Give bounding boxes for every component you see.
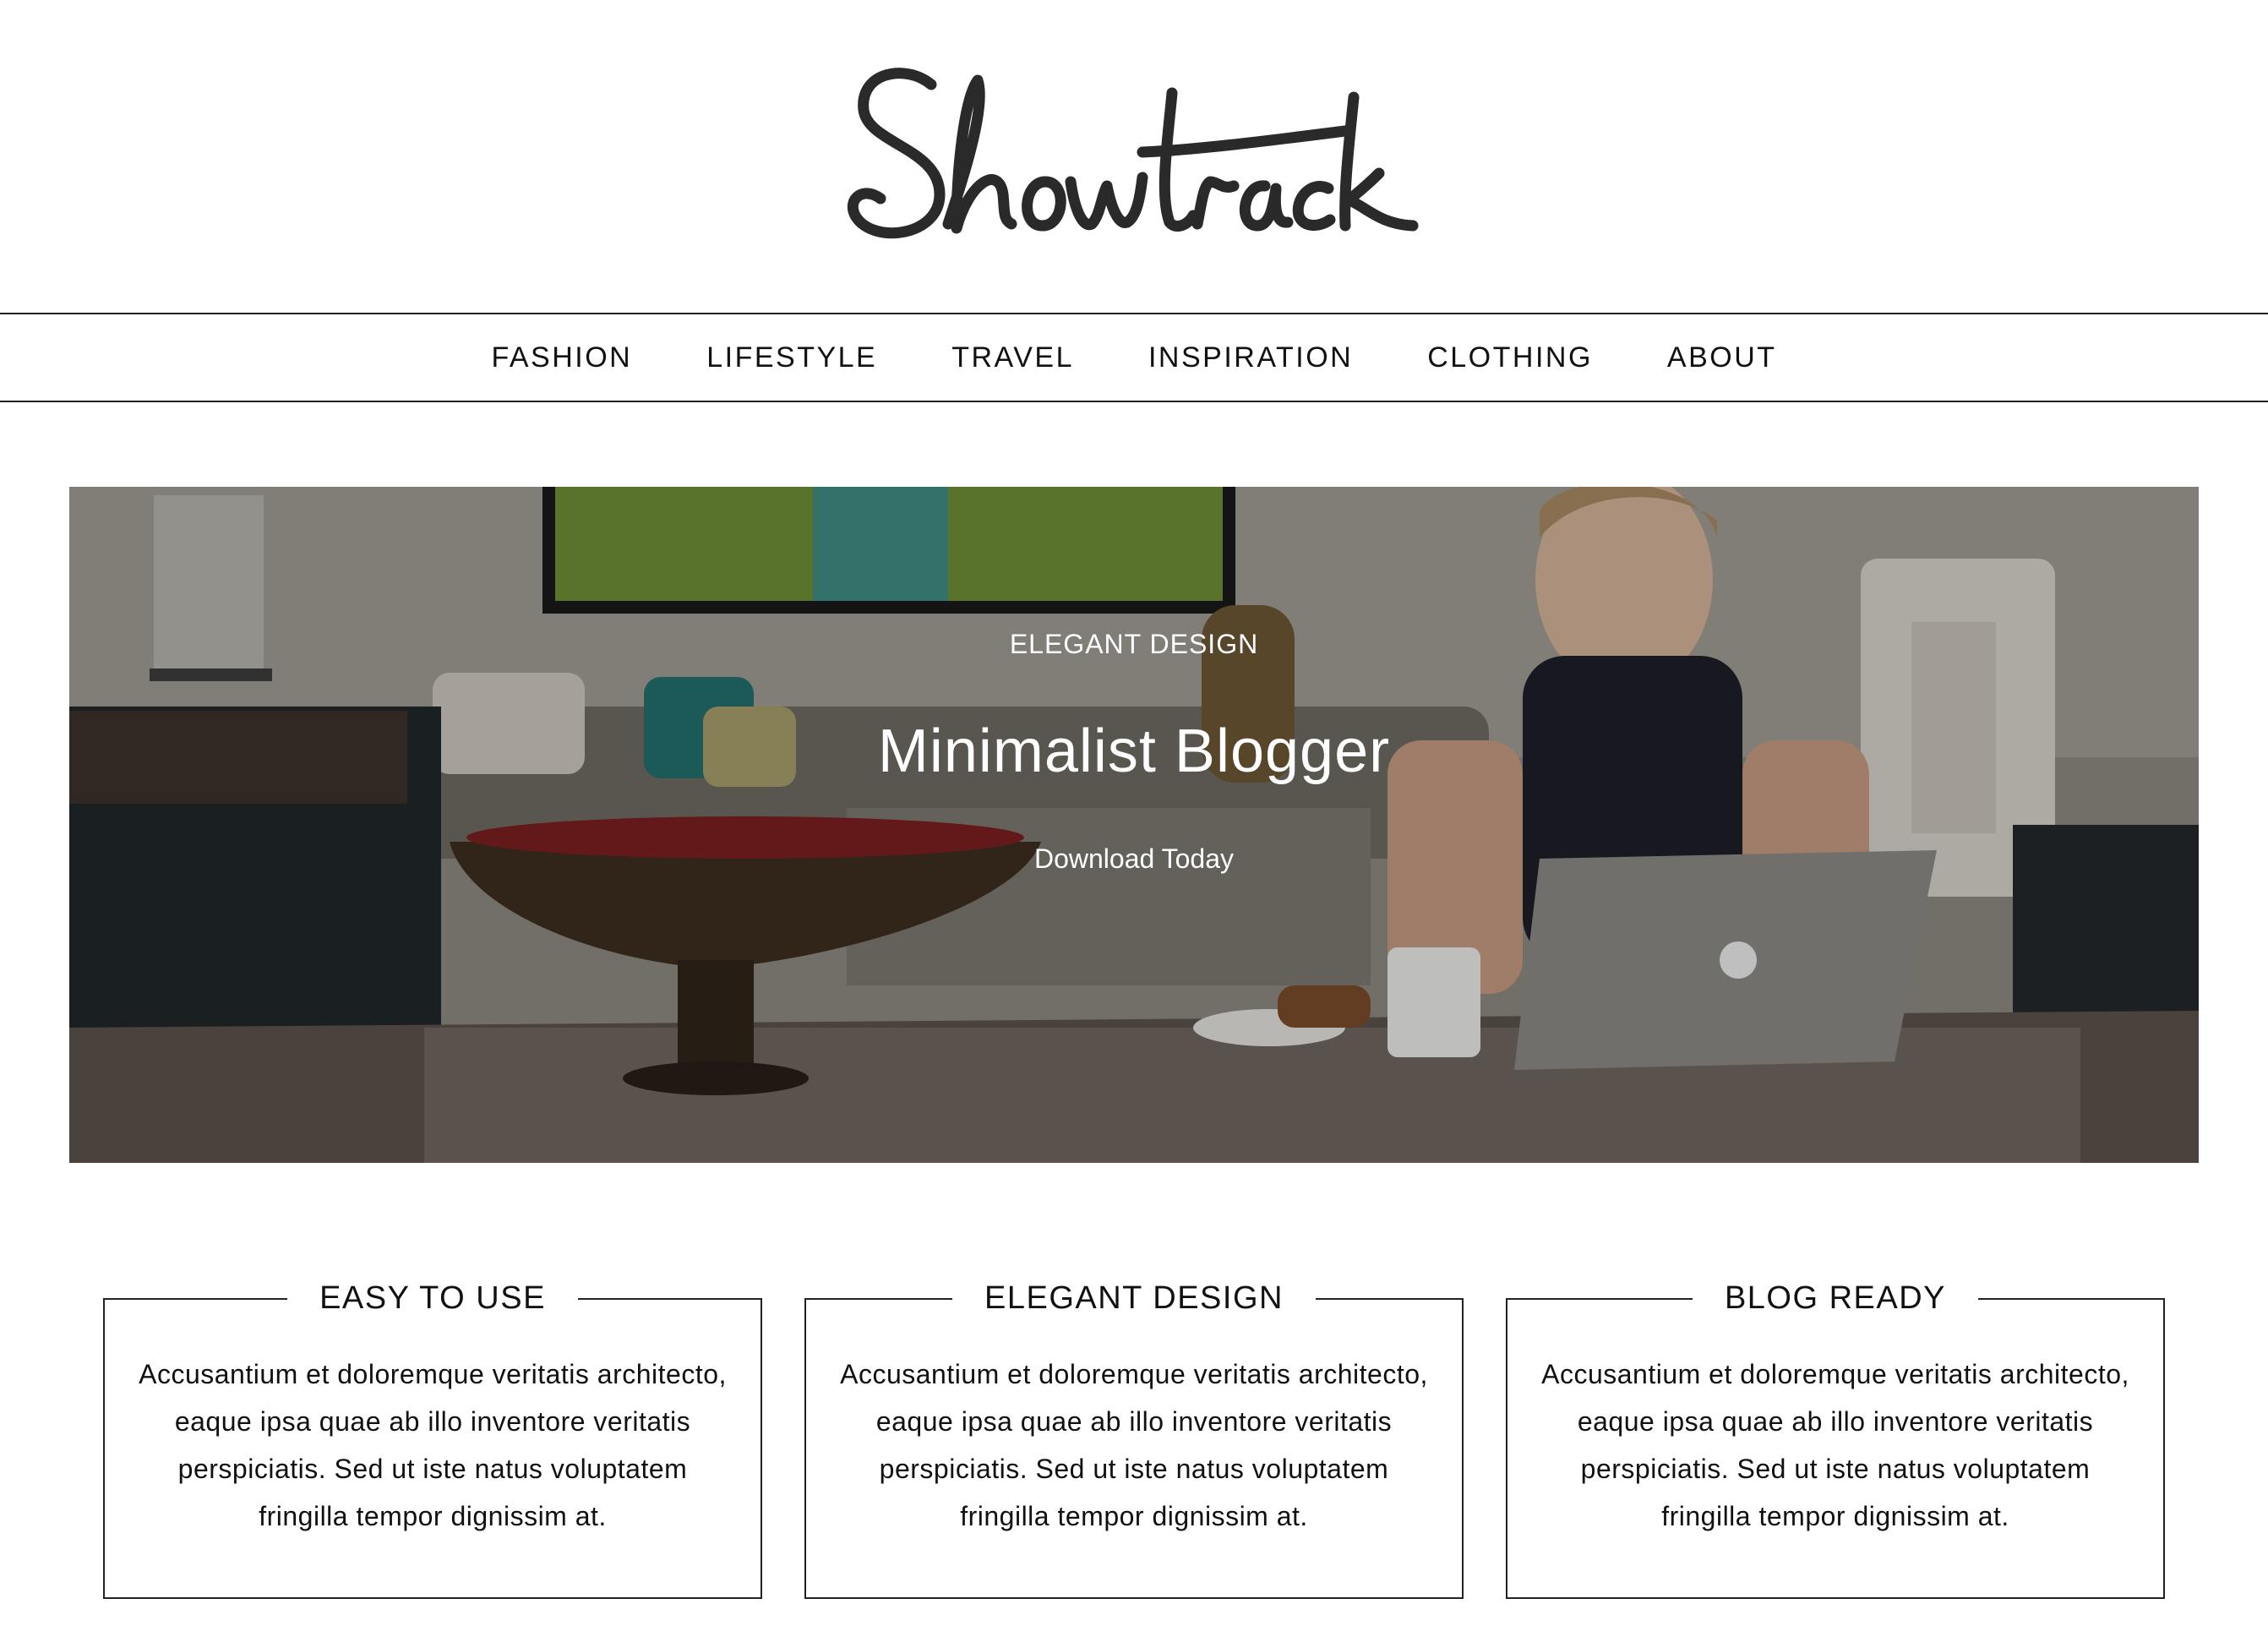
nav-item-fashion[interactable]: FASHION <box>491 341 632 374</box>
nav-item-lifestyle[interactable]: LIFESTYLE <box>706 341 877 374</box>
hero-banner: ELEGANT DESIGN Minimalist Blogger Downlo… <box>69 487 2199 1163</box>
hero-overlay <box>69 487 2199 1163</box>
main-navigation: FASHION LIFESTYLE TRAVEL INSPIRATION CLO… <box>0 313 2268 402</box>
feature-body: Accusantium et doloremque veritatis arch… <box>1541 1359 2129 1531</box>
nav-item-inspiration[interactable]: INSPIRATION <box>1148 341 1353 374</box>
feature-title: BLOG READY <box>1692 1276 1979 1320</box>
nav-item-about[interactable]: ABOUT <box>1667 341 1777 374</box>
hero-cta-link[interactable]: Download Today <box>69 843 2199 875</box>
logo-script-icon <box>847 68 1419 239</box>
feature-title: ELEGANT DESIGN <box>952 1276 1316 1320</box>
hero-kicker: ELEGANT DESIGN <box>1009 629 1259 659</box>
feature-box: BLOG READY Accusantium et doloremque ver… <box>1506 1276 2165 1599</box>
nav-item-travel[interactable]: TRAVEL <box>951 341 1074 374</box>
feature-title: EASY TO USE <box>287 1276 578 1320</box>
nav-item-clothing[interactable]: CLOTHING <box>1427 341 1593 374</box>
site-logo[interactable] <box>0 0 2268 313</box>
feature-title-wrap: EASY TO USE <box>105 1276 761 1320</box>
feature-box: ELEGANT DESIGN Accusantium et doloremque… <box>804 1276 1464 1599</box>
hero-title: Minimalist Blogger <box>877 718 1391 785</box>
feature-body: Accusantium et doloremque veritatis arch… <box>139 1359 727 1531</box>
feature-title-wrap: ELEGANT DESIGN <box>806 1276 1462 1320</box>
feature-title-wrap: BLOG READY <box>1507 1276 2163 1320</box>
page: FASHION LIFESTYLE TRAVEL INSPIRATION CLO… <box>0 0 2268 1626</box>
feature-box: EASY TO USE Accusantium et doloremque ve… <box>103 1276 762 1599</box>
feature-body: Accusantium et doloremque veritatis arch… <box>840 1359 1428 1531</box>
